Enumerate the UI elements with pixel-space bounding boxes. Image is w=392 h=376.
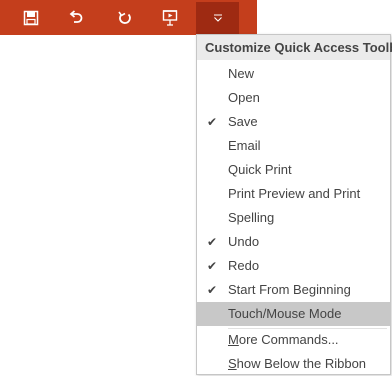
menu-item-show-below-ribbon[interactable]: Show Below the Ribbon — [197, 352, 390, 376]
show-below-label: Show Below the Ribbon — [228, 352, 366, 376]
menu-item-new[interactable]: New — [197, 62, 390, 86]
access-key: S — [228, 356, 237, 371]
menu-item-label: Redo — [228, 258, 260, 273]
customize-qat-dropdown-button[interactable] — [196, 2, 239, 34]
menu-item-label: New — [228, 66, 255, 81]
menu-item-undo[interactable]: ✔ Undo — [197, 230, 390, 254]
undo-button[interactable] — [56, 0, 96, 35]
menu-item-label: Open — [228, 90, 260, 105]
menu-item-start-from-beginning[interactable]: ✔ Start From Beginning — [197, 278, 390, 302]
menu-item-more-commands[interactable]: More Commands... — [197, 328, 390, 352]
label-rest: how Below the Ribbon — [236, 356, 367, 371]
menu-item-label: Email — [228, 138, 261, 153]
redo-icon — [118, 11, 131, 24]
menu-item-label: Spelling — [228, 210, 275, 225]
menu-item-quick-print[interactable]: Quick Print — [197, 158, 390, 182]
customize-qat-menu: Customize Quick Access Toolbar New Open … — [196, 34, 392, 376]
menu-item-label: Undo — [228, 234, 260, 249]
quick-access-toolbar — [0, 0, 257, 35]
menu-item-label: Save — [228, 114, 258, 129]
redo-button[interactable] — [105, 0, 145, 35]
label-rest: ore Commands... — [238, 332, 339, 347]
checkmark-icon: ✔ — [206, 235, 218, 249]
save-icon — [23, 10, 39, 25]
menu-item-print-preview[interactable]: Print Preview and Print — [197, 182, 390, 206]
menu-item-spelling[interactable]: Spelling — [197, 206, 390, 230]
customize-dropdown-icon — [213, 14, 222, 22]
menu-item-touch-mouse-mode[interactable]: Touch/Mouse Mode — [197, 302, 390, 326]
checkmark-icon: ✔ — [206, 115, 218, 129]
access-key: M — [228, 332, 239, 347]
menu-item-label: Start From Beginning — [228, 282, 351, 297]
menu-item-label: Quick Print — [228, 162, 292, 177]
menu-item-label: Print Preview and Print — [228, 186, 361, 201]
menu-item-open[interactable]: Open — [197, 86, 390, 110]
save-button[interactable] — [11, 0, 51, 35]
menu-item-email[interactable]: Email — [197, 134, 390, 158]
more-commands-label: More Commands... — [228, 328, 339, 352]
menu-item-save[interactable]: ✔ Save — [197, 110, 390, 134]
menu-title: Customize Quick Access Toolbar — [197, 35, 392, 60]
start-from-beginning-icon — [162, 9, 178, 26]
start-from-beginning-button[interactable] — [151, 0, 191, 35]
undo-icon — [69, 9, 83, 23]
menu-item-label: Touch/Mouse Mode — [228, 306, 342, 321]
checkmark-icon: ✔ — [206, 283, 218, 297]
menu-item-redo[interactable]: ✔ Redo — [197, 254, 390, 278]
checkmark-icon: ✔ — [206, 259, 218, 273]
